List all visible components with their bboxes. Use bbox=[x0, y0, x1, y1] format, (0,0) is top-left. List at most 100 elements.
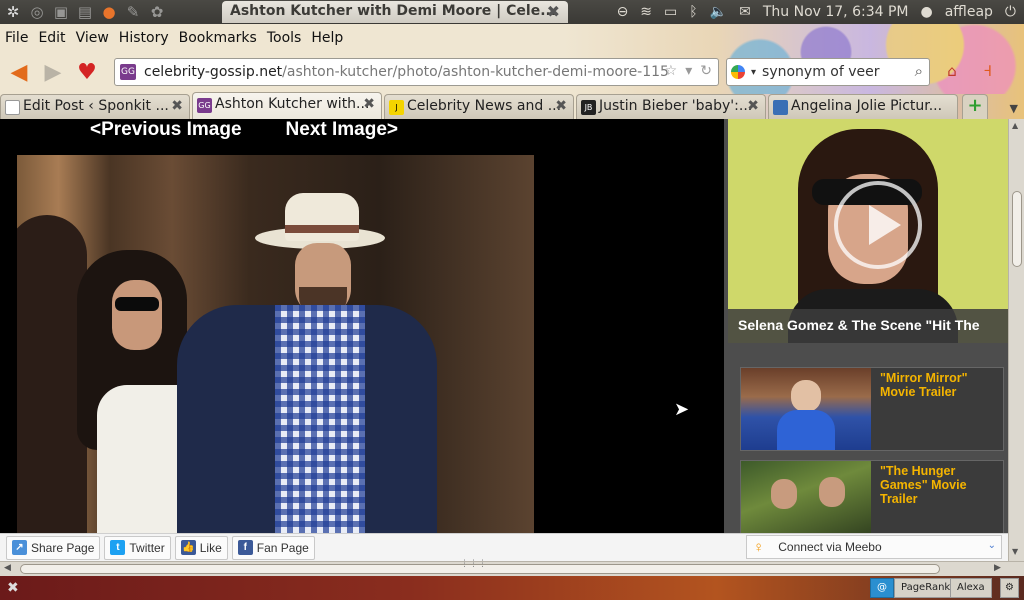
user-name[interactable]: affleap bbox=[945, 4, 993, 20]
photo-figure-woman-sunglasses bbox=[115, 297, 159, 311]
forward-button[interactable]: ▶ bbox=[38, 58, 68, 86]
page-content: <Previous Image Next Image> ➤ Selena Gom… bbox=[0, 119, 1008, 533]
tab-close-icon[interactable]: ✖ bbox=[171, 98, 183, 114]
shutdown-icon[interactable]: ⏻ bbox=[1005, 4, 1016, 20]
addon-at-icon[interactable]: @ bbox=[870, 578, 894, 598]
menu-bar: File Edit View History Bookmarks Tools H… bbox=[0, 24, 348, 52]
tab-close-icon[interactable]: ✖ bbox=[363, 96, 375, 112]
collapse-chevron-icon[interactable]: ⌄ bbox=[988, 540, 996, 551]
back-button[interactable]: ◀ bbox=[4, 58, 34, 86]
share-page-button[interactable]: ↗ Share Page bbox=[6, 535, 101, 560]
launcher-editor-icon[interactable]: ✎ bbox=[122, 1, 144, 23]
featured-video[interactable]: Selena Gomez & The Scene "Hit The bbox=[728, 119, 1008, 343]
previous-image-link[interactable]: <Previous Image bbox=[90, 119, 242, 143]
menu-view[interactable]: View bbox=[71, 30, 114, 46]
tab-label: Justin Bieber 'baby':... bbox=[599, 98, 753, 114]
tab-list-dropdown-icon[interactable]: ▼ bbox=[1010, 102, 1018, 115]
alexa-indicator[interactable]: Alexa bbox=[950, 578, 992, 598]
photo-figure-man-hat-band bbox=[285, 225, 359, 233]
tab-label: Ashton Kutcher with... bbox=[215, 96, 370, 112]
search-icon[interactable]: ⌕ bbox=[915, 62, 923, 80]
ubuntu-logo-icon[interactable]: ✲ bbox=[2, 1, 24, 23]
facebook-icon: f bbox=[237, 540, 253, 555]
tab-edit-post[interactable]: Edit Post ‹ Sponkit ... ✖ bbox=[0, 94, 190, 119]
fan-page-button[interactable]: f Fan Page bbox=[231, 535, 315, 560]
menu-bookmarks[interactable]: Bookmarks bbox=[174, 30, 262, 46]
related-video-title[interactable]: "Mirror Mirror" Movie Trailer bbox=[880, 371, 1000, 399]
tab-ashton-kutcher[interactable]: GG Ashton Kutcher with... ✖ bbox=[192, 92, 382, 119]
url-domain: celebrity-gossip.net bbox=[144, 64, 283, 80]
thumbnail-figure bbox=[819, 477, 845, 507]
system-top-panel: ✲ ◎ ▣ ▤ ● ✎ ✿ Ashton Kutcher with Demi M… bbox=[0, 0, 1024, 24]
pagerank-indicator[interactable]: PageRank bbox=[894, 578, 958, 598]
scroll-grip-icon: ⋮⋮⋮ bbox=[460, 559, 487, 569]
mail-icon[interactable]: ✉ bbox=[739, 4, 751, 20]
tab-close-icon[interactable]: ✖ bbox=[555, 98, 567, 114]
bookmark-heart-icon[interactable]: ♥ bbox=[72, 58, 102, 86]
tab-label: Edit Post ‹ Sponkit ... bbox=[23, 98, 169, 114]
scroll-right-arrow-icon[interactable]: ▶ bbox=[994, 563, 1001, 573]
search-bar[interactable]: ▾ synonym of veer ⌕ bbox=[726, 58, 930, 86]
vertical-scroll-thumb[interactable] bbox=[1012, 191, 1022, 267]
user-status-icon[interactable]: ● bbox=[921, 4, 933, 20]
volume-icon[interactable]: 🔈 bbox=[710, 4, 727, 20]
tab-angelina-jolie[interactable]: Angelina Jolie Pictur... bbox=[768, 94, 958, 119]
url-dropdown-icon[interactable]: ▾ bbox=[685, 63, 692, 79]
sidebar: Selena Gomez & The Scene "Hit The "Mirro… bbox=[724, 119, 1008, 533]
menu-tools[interactable]: Tools bbox=[262, 30, 307, 46]
like-button[interactable]: 👍 Like bbox=[174, 535, 228, 560]
bluetooth-icon[interactable]: ᛒ bbox=[689, 4, 697, 20]
tab-celebrity-news[interactable]: J Celebrity News and ... ✖ bbox=[384, 94, 574, 119]
home-icon[interactable]: ⌂ bbox=[940, 59, 964, 83]
menu-file[interactable]: File bbox=[0, 30, 33, 46]
launcher-workspace-icon[interactable]: ▤ bbox=[74, 1, 96, 23]
reload-icon[interactable]: ↻ bbox=[700, 63, 712, 79]
play-button-icon[interactable] bbox=[834, 181, 922, 269]
url-bar[interactable]: GG celebrity-gossip.net/ashton-kutcher/p… bbox=[114, 58, 719, 86]
horizontal-scrollbar[interactable]: ◀ ⋮⋮⋮ ▶ bbox=[0, 559, 1024, 576]
launcher-settings-icon[interactable]: ✿ bbox=[146, 1, 168, 23]
clock[interactable]: Thu Nov 17, 6:34 PM bbox=[763, 4, 909, 20]
search-input[interactable]: synonym of veer bbox=[762, 64, 879, 80]
menu-help[interactable]: Help bbox=[306, 30, 348, 46]
related-video-card[interactable]: "The Hunger Games" Movie Trailer bbox=[740, 460, 1004, 533]
launcher-app-icon[interactable]: ◎ bbox=[26, 1, 48, 23]
thumbnail-figure bbox=[771, 479, 797, 509]
url-path: /ashton-kutcher/photo/ashton-kutcher-dem… bbox=[282, 64, 669, 80]
meebo-connect-button[interactable]: ♀ Connect via Meebo ⌄ bbox=[746, 535, 1002, 559]
tab-close-icon[interactable]: ✖ bbox=[747, 98, 759, 114]
tab-justin-bieber[interactable]: JB Justin Bieber 'baby':... ✖ bbox=[576, 94, 766, 119]
firefox-icon[interactable]: ● bbox=[98, 1, 120, 23]
wifi-icon[interactable]: ≋ bbox=[640, 4, 652, 20]
scroll-left-arrow-icon[interactable]: ◀ bbox=[4, 563, 11, 573]
next-image-link[interactable]: Next Image> bbox=[286, 119, 398, 143]
video-caption[interactable]: Selena Gomez & The Scene "Hit The bbox=[728, 309, 1008, 343]
search-engine-dropdown-icon[interactable]: ▾ bbox=[751, 67, 756, 78]
celebrity-photo[interactable] bbox=[17, 155, 534, 533]
battery-icon[interactable]: ▭ bbox=[664, 4, 677, 20]
related-video-thumbnail[interactable] bbox=[741, 368, 871, 450]
meebo-label: Connect via Meebo bbox=[778, 540, 882, 554]
related-video-title[interactable]: "The Hunger Games" Movie Trailer bbox=[880, 464, 1000, 506]
bookmark-star-icon[interactable]: ☆ bbox=[665, 63, 678, 79]
scroll-up-arrow-icon[interactable]: ▲ bbox=[1012, 121, 1018, 130]
image-navigation: <Previous Image Next Image> bbox=[90, 119, 398, 143]
stumbleupon-icon[interactable]: Ꟶ bbox=[976, 59, 1000, 83]
related-video-card[interactable]: "Mirror Mirror" Movie Trailer bbox=[740, 367, 1004, 451]
power-indicator-icon[interactable]: ⊖ bbox=[617, 4, 629, 20]
close-addon-bar-icon[interactable]: ✖ bbox=[7, 580, 19, 596]
launcher-files-icon[interactable]: ▣ bbox=[50, 1, 72, 23]
google-search-engine-icon[interactable] bbox=[731, 65, 745, 79]
new-tab-button[interactable]: + bbox=[962, 94, 988, 119]
related-video-thumbnail[interactable] bbox=[741, 461, 871, 533]
window-close-icon[interactable]: ✖ bbox=[547, 2, 560, 21]
twitter-button[interactable]: t Twitter bbox=[104, 535, 171, 560]
scroll-down-arrow-icon[interactable]: ▼ bbox=[1012, 547, 1018, 556]
menu-history[interactable]: History bbox=[114, 30, 174, 46]
tab-label: Angelina Jolie Pictur... bbox=[791, 98, 943, 114]
site-favicon-icon bbox=[773, 100, 788, 115]
addon-settings-icon[interactable]: ⚙ bbox=[1000, 578, 1019, 598]
thumbs-up-icon: 👍 bbox=[180, 540, 196, 555]
vertical-scrollbar[interactable]: ▲ ▼ bbox=[1008, 119, 1024, 561]
menu-edit[interactable]: Edit bbox=[33, 30, 70, 46]
